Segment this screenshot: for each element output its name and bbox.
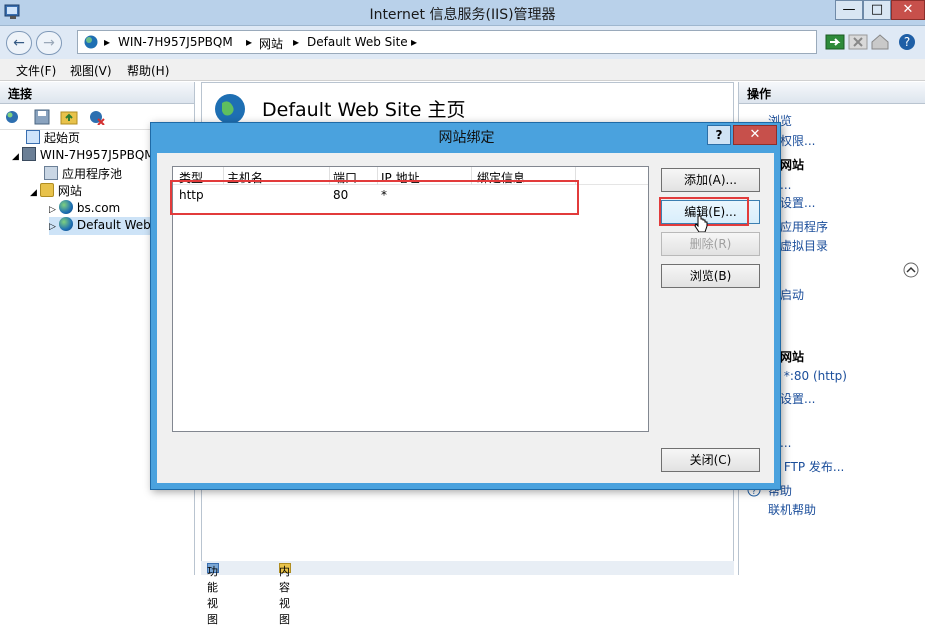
connect-icon[interactable]: [5, 109, 23, 125]
address-separator: ▸: [411, 35, 418, 49]
view-tabs: 功能视图 内容视图: [201, 561, 734, 626]
app-pool-icon: [44, 166, 58, 180]
back-arrow-icon: ←: [13, 35, 25, 51]
server-icon: [21, 147, 36, 161]
globe-icon: [215, 94, 245, 124]
browse-button[interactable]: 浏览(B): [661, 264, 760, 288]
expand-arrow-icon[interactable]: ▷: [49, 205, 56, 215]
menu-bar: 文件(F) 视图(V) 帮助(H): [0, 59, 925, 81]
forward-button[interactable]: →: [36, 31, 62, 55]
window-title: Internet 信息服务(IIS)管理器: [369, 7, 556, 23]
globe-icon: [84, 35, 98, 49]
address-segment-site[interactable]: Default Web Site: [307, 35, 408, 49]
close-button[interactable]: 关闭(C): [661, 448, 760, 472]
tree-item-sites[interactable]: ◢ 网站: [30, 182, 82, 200]
start-page-icon: [26, 130, 40, 144]
address-segment-server[interactable]: WIN-7H957J5PBQM: [118, 35, 233, 49]
refresh-icon[interactable]: [825, 32, 845, 52]
connections-header: 连接: [0, 82, 194, 104]
help-icon[interactable]: ?: [897, 32, 917, 52]
menu-help[interactable]: 帮助(H): [127, 62, 169, 79]
menu-file[interactable]: 文件(F): [16, 62, 56, 79]
site-bindings-dialog: 网站绑定 ? ✕ 类型 主机名 端口 IP 地址 绑定信息 http 80 *: [150, 122, 781, 490]
sites-folder-icon: [39, 183, 54, 197]
expand-arrow-icon[interactable]: ▷: [49, 222, 56, 232]
tree-item-bs-com[interactable]: ▷ bs.com: [49, 200, 120, 218]
tree-item-server[interactable]: ◢ WIN-7H957J5PBQM: [12, 147, 155, 165]
add-button[interactable]: 添加(A)...: [661, 168, 760, 192]
svg-text:?: ?: [904, 35, 910, 49]
forward-arrow-icon: →: [43, 35, 55, 51]
address-separator: ▸: [104, 35, 111, 49]
collapse-section-icon[interactable]: [903, 262, 919, 278]
disconnect-icon[interactable]: [88, 109, 106, 125]
save-icon[interactable]: [34, 109, 50, 125]
up-folder-icon[interactable]: [60, 109, 78, 125]
collapse-arrow-icon[interactable]: ◢: [30, 188, 37, 198]
actions-header: 操作: [739, 82, 925, 104]
row-highlight-box: [170, 180, 579, 215]
action-online-help[interactable]: 联机帮助: [768, 501, 816, 518]
collapse-arrow-icon[interactable]: ◢: [12, 152, 19, 162]
globe-icon: [58, 200, 73, 214]
stop-icon[interactable]: [848, 32, 868, 52]
maximize-button[interactable]: □: [863, 0, 891, 20]
title-bar: Internet 信息服务(IIS)管理器 — □ ✕: [0, 0, 925, 26]
dialog-close-x-button[interactable]: ✕: [733, 125, 777, 145]
dialog-body: 类型 主机名 端口 IP 地址 绑定信息 http 80 * 添加(A)... …: [157, 153, 774, 483]
address-separator: ▸: [293, 35, 300, 49]
back-button[interactable]: ←: [6, 31, 32, 55]
tree-item-app-pools[interactable]: 应用程序池: [44, 165, 122, 183]
address-path[interactable]: ▸ WIN-7H957J5PBQM ▸ 网站 ▸ Default Web Sit…: [77, 30, 817, 54]
minimize-button[interactable]: —: [835, 0, 863, 20]
home-icon[interactable]: [870, 32, 890, 52]
page-title: Default Web Site 主页: [262, 99, 466, 121]
address-bar: ← → ▸ WIN-7H957J5PBQM ▸ 网站 ▸ Default Web…: [0, 26, 925, 59]
dialog-help-button[interactable]: ?: [707, 125, 731, 145]
dialog-title: 网站绑定: [438, 130, 495, 146]
remove-button[interactable]: 删除(R): [661, 232, 760, 256]
menu-view[interactable]: 视图(V): [70, 62, 112, 79]
close-window-button[interactable]: ✕: [891, 0, 925, 20]
address-separator: ▸: [246, 35, 253, 49]
globe-icon: [58, 217, 73, 231]
address-segment-sites[interactable]: 网站: [259, 35, 283, 52]
tree-item-start-page[interactable]: 起始页: [26, 129, 80, 147]
